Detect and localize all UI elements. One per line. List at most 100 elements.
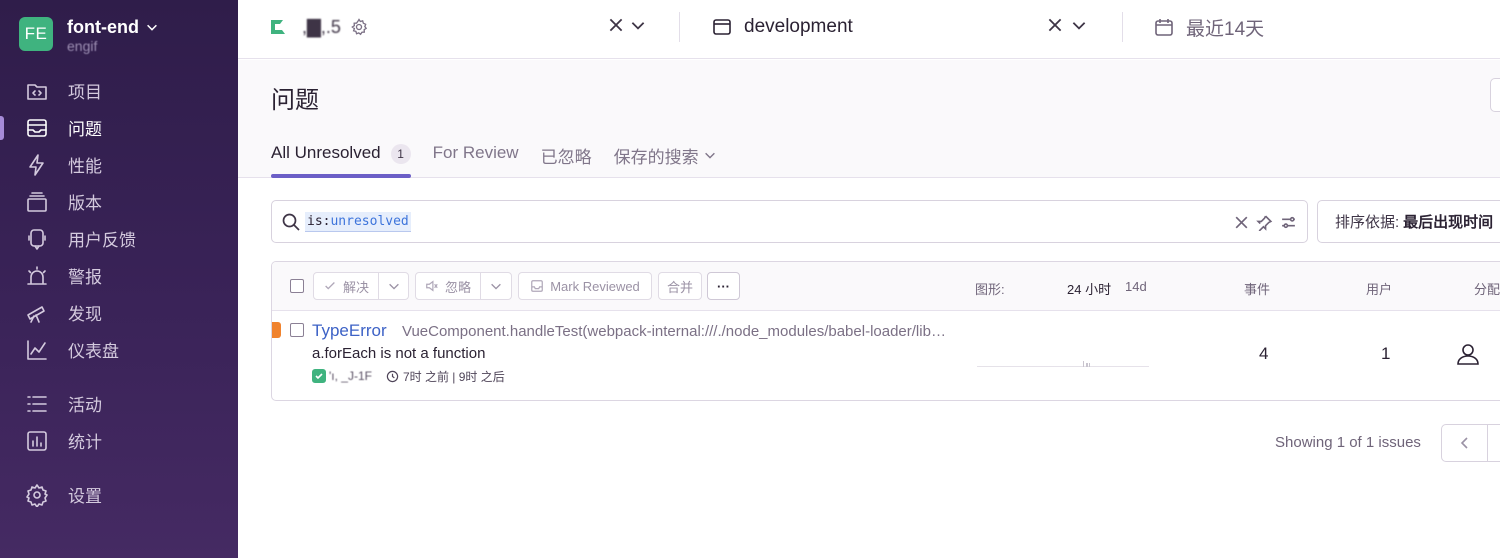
sidebar-item-projects[interactable]: 项目 (0, 72, 238, 109)
sort-dropdown[interactable]: 排序依据: 最后出现时间 (1317, 200, 1500, 243)
line-chart-icon (25, 338, 49, 362)
sidebar-item-label: 活动 (68, 396, 102, 415)
sparkline-bar (1135, 366, 1137, 367)
sidebar-item-discover[interactable]: 发现 (0, 294, 238, 331)
sparkline-bar (993, 366, 994, 367)
sparkline-bar (990, 366, 991, 367)
search-input[interactable]: is:unresolved (271, 200, 1308, 243)
issue-short-id[interactable]: 'ı, _J-1F (329, 369, 372, 383)
issue-list: 解决 忽略 Mark Reviewed 合并 ··· 图形: 24 小时 14d… (271, 261, 1500, 401)
pagination-summary: Showing 1 of 1 issues (1275, 434, 1421, 451)
chevron-down-icon[interactable] (629, 16, 647, 34)
sidebar-item-activity[interactable]: 活动 (0, 385, 238, 422)
sidebar-item-releases[interactable]: 版本 (0, 183, 238, 220)
sparkline-bar (1000, 366, 1001, 367)
sparkline-bar (996, 366, 997, 367)
sparkline-bar (1014, 366, 1016, 367)
sparkline-bar (1079, 366, 1080, 367)
sparkline-bar (1048, 366, 1050, 367)
clear-project-icon[interactable] (607, 16, 625, 34)
clear-environment-icon[interactable] (1046, 16, 1064, 34)
sparkline-bar (1130, 366, 1132, 367)
sparkline-bar (1071, 366, 1072, 367)
sparkline-bar (1101, 366, 1103, 367)
sparkline-bar (1102, 366, 1104, 367)
sidebar-item-issues[interactable]: 问题 (0, 109, 238, 146)
sidebar-item-performance[interactable]: 性能 (0, 146, 238, 183)
ignore-options-button[interactable] (480, 272, 512, 300)
sidebar-item-label: 项目 (68, 83, 102, 102)
issue-checkbox[interactable] (290, 323, 304, 337)
sidebar-item-feedback[interactable]: 用户反馈 (0, 220, 238, 257)
sparkline-bar (1035, 366, 1037, 367)
sparkline-bar (985, 366, 986, 367)
sidebar-item-alerts[interactable]: 警报 (0, 257, 238, 294)
chevron-down-icon[interactable] (1070, 16, 1088, 34)
mark-reviewed-button[interactable]: Mark Reviewed (518, 272, 652, 300)
sparkline-bar (1124, 366, 1126, 367)
chevron-down-icon (704, 152, 715, 159)
sparkline-bar (1081, 366, 1082, 367)
sparkline-bar (1092, 366, 1093, 367)
sparkline-bar (1142, 366, 1144, 367)
sparkline-bar (1010, 366, 1011, 367)
tab-ignored[interactable]: 已忽略 (541, 142, 592, 178)
pin-icon[interactable] (1256, 214, 1273, 231)
sparkline-bar (1109, 366, 1111, 367)
issue-meta: 'ı, _J-1F 7时 之前 | 9时 之后 (312, 368, 505, 384)
resolve-options-button[interactable] (378, 272, 409, 300)
calendar-icon (1155, 19, 1173, 36)
issue-row[interactable]: TypeError VueComponent.handleTest(webpac… (272, 311, 1500, 400)
sparkline-bar (1094, 366, 1095, 367)
period-14d-toggle[interactable]: 14d (1125, 279, 1147, 294)
org-switcher[interactable]: FE font-end engif (19, 17, 159, 55)
sparkline-bar (1147, 366, 1149, 367)
sparkline-bar (1051, 366, 1053, 367)
sparkline-bar (1083, 361, 1084, 367)
user-icon[interactable] (1455, 341, 1481, 367)
sparkline-bar (1127, 366, 1129, 367)
sparkline-bar (1066, 366, 1067, 367)
sparkline-bar (1038, 366, 1040, 367)
sparkline-bar (1114, 366, 1116, 367)
clear-search-icon[interactable] (1233, 214, 1250, 231)
date-range-selector[interactable]: 最近14天 (1154, 14, 1264, 40)
inbox-icon (25, 116, 49, 140)
environment-name: development (744, 16, 853, 37)
sparkline-bar (1089, 363, 1090, 367)
lightning-icon (25, 153, 49, 177)
filter-settings-icon[interactable] (1280, 214, 1297, 231)
sparkline-bar (1117, 366, 1119, 367)
sparkline-bar (983, 366, 984, 367)
environment-selector[interactable]: development (712, 14, 853, 40)
more-actions-button[interactable]: ··· (707, 272, 740, 300)
issue-title-link[interactable]: TypeError (312, 321, 387, 341)
ignore-button[interactable]: 忽略 (415, 272, 481, 300)
sidebar-item-stats[interactable]: 统计 (0, 422, 238, 459)
prev-page-button[interactable] (1442, 425, 1488, 461)
user-count: 1 (1381, 344, 1391, 363)
siren-icon (25, 264, 49, 288)
tab-saved-searches[interactable]: 保存的搜索 (614, 142, 717, 178)
sidebar-item-settings[interactable]: 设置 (0, 476, 238, 513)
merge-button[interactable]: 合并 (658, 272, 702, 300)
telescope-icon (25, 301, 49, 325)
sparkline-bar (1042, 366, 1044, 367)
tab-all-unresolved[interactable]: All Unresolved 1 (271, 142, 411, 178)
header-action-button[interactable] (1490, 78, 1500, 112)
merge-label: 合并 (666, 279, 693, 295)
period-24h-toggle[interactable]: 24 小时 (1067, 279, 1111, 298)
select-all-checkbox[interactable] (290, 279, 304, 293)
search-token[interactable]: is:unresolved (305, 212, 411, 232)
sparkline-bar (1044, 366, 1046, 367)
sparkline-bar (1097, 366, 1099, 367)
resolve-button[interactable]: 解决 (313, 272, 379, 300)
sparkline-bar (1134, 366, 1136, 367)
gear-icon[interactable] (349, 17, 369, 37)
project-selector[interactable]: ,▇,.5 (268, 14, 369, 40)
ignore-label: 忽略 (444, 279, 471, 295)
tab-for-review[interactable]: For Review (433, 142, 519, 178)
sparkline-bar (1136, 366, 1138, 367)
sidebar-item-dashboards[interactable]: 仪表盘 (0, 331, 238, 368)
sparkline-bar (1075, 366, 1076, 367)
